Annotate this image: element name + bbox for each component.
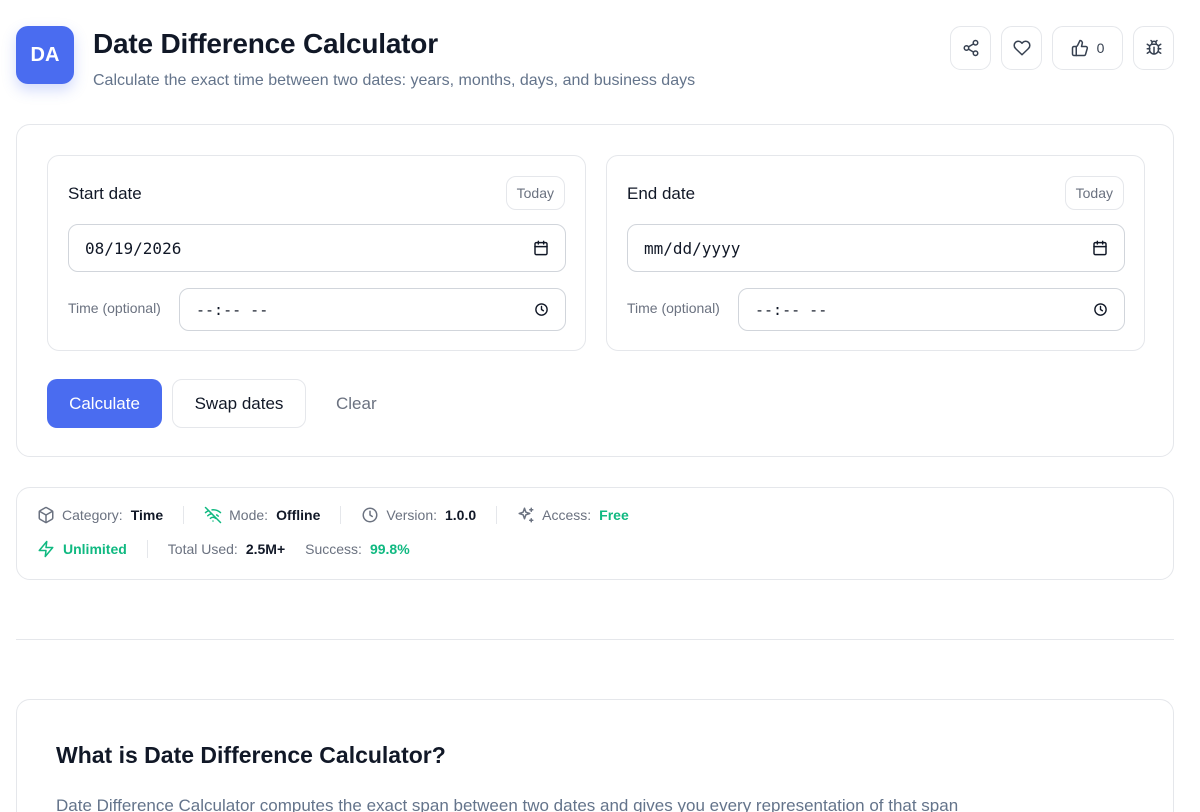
like-count: 0	[1096, 40, 1105, 56]
divider	[496, 506, 498, 524]
swap-dates-button[interactable]: Swap dates	[172, 379, 306, 428]
mode-info: Mode: Offline	[204, 506, 320, 524]
page-subtitle: Calculate the exact time between two dat…	[93, 72, 696, 89]
end-date-value: mm/dd/yyyy	[644, 238, 741, 258]
divider	[183, 506, 185, 524]
mode-label: Mode:	[229, 507, 269, 523]
tool-info-row: Category: Time Mode: Offline Version: 1.…	[37, 506, 629, 524]
start-today-button[interactable]: Today	[505, 176, 565, 210]
unlimited-value: Unlimited	[63, 541, 127, 557]
cube-icon	[38, 506, 54, 524]
divider	[146, 540, 148, 558]
start-time-value: --:-- --	[196, 300, 269, 319]
divider	[340, 506, 342, 524]
end-time-label: Time (optional)	[627, 300, 720, 316]
share-button[interactable]	[950, 26, 991, 70]
success-info: Success: 99.8%	[305, 541, 410, 557]
calculate-button[interactable]: Calculate	[47, 379, 162, 428]
end-time-value: --:-- --	[755, 300, 828, 319]
mode-value: Offline	[276, 507, 321, 523]
bug-icon	[1146, 39, 1161, 55]
clock-icon[interactable]	[534, 302, 549, 317]
calendar-icon[interactable]	[1092, 240, 1108, 256]
section-divider	[16, 639, 1174, 640]
end-date-panel: End date Today mm/dd/yyyy Time (optional…	[606, 155, 1145, 351]
category-value: Time	[130, 507, 164, 523]
version-value: 1.0.0	[445, 507, 477, 523]
share-icon	[963, 39, 978, 57]
start-date-label: Start date	[68, 184, 142, 203]
about-title: What is Date Difference Calculator?	[56, 742, 446, 768]
calculator-actions: Calculate Swap dates Clear	[47, 379, 397, 428]
zap-icon	[38, 540, 54, 558]
total-used-info: Total Used: 2.5M+	[168, 541, 285, 557]
access-value: Free	[599, 507, 629, 523]
tool-info-card: Category: Time Mode: Offline Version: 1.…	[16, 487, 1174, 580]
version-info: Version: 1.0.0	[361, 506, 476, 524]
sparkles-icon	[518, 507, 534, 523]
page-header: DA Date Difference Calculator Calculate …	[16, 26, 1174, 96]
end-today-button[interactable]: Today	[1064, 176, 1124, 210]
end-date-label: End date	[627, 184, 696, 203]
access-info: Access: Free	[517, 506, 629, 524]
success-label: Success:	[305, 541, 362, 557]
end-date-input[interactable]: mm/dd/yyyy	[627, 224, 1125, 272]
page-title: Date Difference Calculator	[93, 28, 438, 59]
category-label: Category:	[62, 507, 123, 523]
access-label: Access:	[542, 507, 592, 523]
clear-button[interactable]: Clear	[316, 379, 397, 428]
about-card: What is Date Difference Calculator? Date…	[16, 699, 1174, 812]
calculator-card: Start date Today 08/19/2026 Time (option…	[16, 124, 1174, 457]
total-used-label: Total Used:	[167, 541, 238, 557]
favorite-button[interactable]	[1001, 26, 1042, 70]
clock-icon	[362, 507, 378, 523]
page: DA Date Difference Calculator Calculate …	[0, 0, 1200, 812]
start-date-input[interactable]: 08/19/2026	[68, 224, 566, 272]
unlimited-info: Unlimited	[37, 540, 127, 558]
start-date-panel: Start date Today 08/19/2026 Time (option…	[47, 155, 586, 351]
usage-info-row: Unlimited Total Used: 2.5M+ Success: 99.…	[37, 540, 410, 558]
start-date-value: 08/19/2026	[85, 238, 182, 258]
end-time-input[interactable]: --:-- --	[738, 288, 1125, 331]
thumbs-up-icon	[1071, 39, 1088, 57]
success-value: 99.8%	[369, 541, 410, 557]
report-bug-button[interactable]	[1133, 26, 1174, 70]
app-icon: DA	[16, 26, 74, 84]
header-actions: 0	[950, 26, 1174, 70]
start-time-label: Time (optional)	[68, 300, 161, 316]
start-time-input[interactable]: --:-- --	[179, 288, 566, 331]
calendar-icon[interactable]	[533, 240, 549, 256]
like-button[interactable]: 0	[1052, 26, 1123, 70]
heart-icon	[1012, 40, 1031, 56]
wifi-off-icon	[204, 506, 222, 524]
version-label: Version:	[386, 507, 437, 523]
total-used-value: 2.5M+	[245, 541, 286, 557]
clock-icon[interactable]	[1093, 302, 1108, 317]
about-text: Date Difference Calculator computes the …	[56, 796, 959, 812]
category-info: Category: Time	[37, 506, 163, 524]
